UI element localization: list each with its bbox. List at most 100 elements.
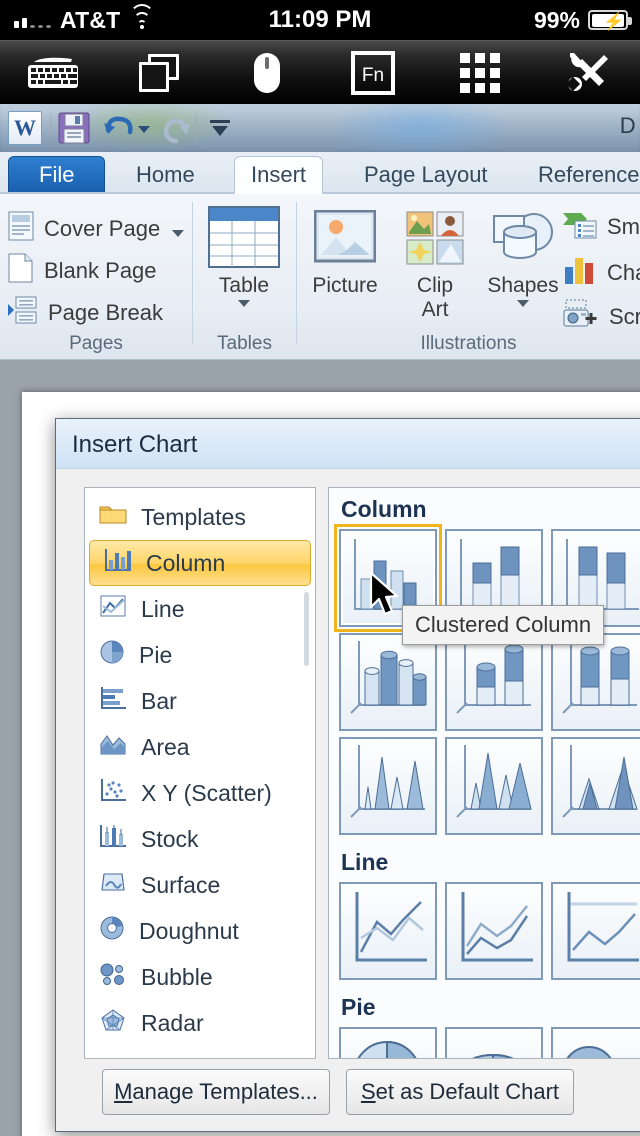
thumb-pie[interactable] (339, 1027, 437, 1058)
table-icon (198, 204, 290, 268)
thumb-row (329, 882, 640, 986)
clipart-label-2: Art (421, 298, 449, 321)
shapes-dropdown-icon[interactable] (517, 300, 529, 307)
thumb-pie-of-pie[interactable] (551, 1027, 640, 1058)
thumb-line[interactable] (339, 882, 437, 980)
ribbon-picture-button[interactable]: Picture (299, 204, 391, 298)
category-label: Radar (141, 1009, 204, 1036)
mouse-cursor (369, 571, 403, 624)
ribbon-screenshot[interactable]: Screen (555, 296, 640, 338)
page-break-icon (8, 295, 38, 331)
tab-home[interactable]: Home (120, 156, 211, 194)
undo-icon[interactable] (102, 114, 136, 149)
column-icon (104, 548, 132, 578)
category-xy-scatter[interactable]: X Y (Scatter) (85, 770, 315, 816)
thumb-stacked-cylinder[interactable] (445, 633, 543, 731)
category-bar[interactable]: Bar (85, 678, 315, 724)
save-icon[interactable] (58, 112, 90, 144)
customize-qat-icon[interactable] (208, 118, 230, 138)
ribbon-group-illustrations: Picture Clip Art Shapes Sm Ch Scr Illust… (297, 194, 640, 360)
thumb-clustered-cone[interactable] (339, 737, 437, 835)
dialog-button-row: MManage Templates...anage Templates... S… (84, 1069, 640, 1115)
ribbon-group-tables: Table Tables (193, 194, 296, 360)
category-label: Bar (141, 687, 177, 714)
thumb-stacked-cone[interactable] (445, 737, 543, 835)
mouse-icon[interactable] (213, 41, 320, 105)
word-logo-letter: W (14, 115, 36, 140)
dialog-title-bar: Insert Chart (56, 419, 640, 469)
category-label: X Y (Scatter) (141, 779, 272, 806)
scatter-icon (99, 778, 127, 808)
tab-file[interactable]: File (8, 156, 106, 194)
thumb-stacked-line[interactable] (445, 882, 543, 980)
thumb-100-stacked-line[interactable] (551, 882, 640, 980)
ribbon-tab-strip: File Home Insert Page Layout References (0, 152, 640, 194)
tab-page-layout[interactable]: Page Layout (348, 156, 504, 194)
word-logo-icon[interactable]: W (8, 111, 42, 145)
category-column[interactable]: Column (89, 540, 311, 586)
blank-page-icon (8, 253, 34, 289)
tab-references[interactable]: References (522, 156, 640, 194)
thumb-3d-clustered-cylinder[interactable] (339, 633, 437, 731)
category-label: Area (141, 733, 190, 760)
tools-icon[interactable] (533, 41, 640, 105)
ribbon-smartart[interactable]: Smart (555, 206, 640, 248)
set-default-chart-button[interactable]: Set as Default Chart (346, 1069, 574, 1115)
bubble-icon (99, 962, 127, 992)
category-bubble[interactable]: Bubble (85, 954, 315, 1000)
ribbon-group-label-pages: Pages (69, 333, 123, 354)
fn-icon[interactable]: Fn (320, 41, 427, 105)
cover-page-icon (8, 211, 34, 247)
picture-label: Picture (312, 274, 378, 297)
windows-icon[interactable] (107, 41, 214, 105)
category-radar[interactable]: Radar (85, 1000, 315, 1046)
thumb-3d-cone[interactable] (551, 737, 640, 835)
manage-templates-button[interactable]: MManage Templates...anage Templates... (102, 1069, 330, 1115)
ribbon-chart[interactable]: Chart (555, 252, 640, 294)
ribbon-blank-page[interactable]: Blank Page (0, 250, 192, 292)
screenshot-icon (563, 299, 599, 335)
tab-insert[interactable]: Insert (234, 156, 324, 194)
category-area[interactable]: Area (85, 724, 315, 770)
thumb-pie-3d[interactable] (445, 1027, 543, 1058)
clipart-icon (389, 204, 481, 268)
category-templates[interactable]: Templates (85, 494, 315, 540)
category-stock[interactable]: Stock (85, 816, 315, 862)
category-surface[interactable]: Surface (85, 862, 315, 908)
ribbon-table-button[interactable]: Table (198, 204, 290, 307)
section-heading-pie: Pie (341, 994, 376, 1020)
keyboard-icon[interactable] (0, 41, 107, 105)
ribbon-cover-page[interactable]: Cover Page (0, 208, 192, 250)
quick-access-toolbar: W (0, 104, 640, 152)
category-pie[interactable]: Pie (85, 632, 315, 678)
picture-icon (299, 204, 391, 268)
cover-page-label: Cover Page (44, 216, 161, 241)
thumb-100-stacked-cylinder[interactable] (551, 633, 640, 731)
battery-icon: ⚡ (588, 10, 632, 31)
category-label: Doughnut (139, 917, 239, 944)
clipart-label-1: Clip (416, 274, 454, 297)
screen: AT&T 11:09 PM 99% ⚡ Fn D W File Home Ins… (0, 0, 640, 1136)
thumb-row (329, 737, 640, 841)
dialog-title: Insert Chart (72, 431, 198, 458)
bar-icon (99, 686, 127, 716)
category-label: Stock (141, 825, 199, 852)
chart-category-list[interactable]: Templates Column Line Pie Bar Area X Y (… (84, 487, 316, 1059)
cover-page-dropdown-icon[interactable] (172, 229, 185, 237)
ribbon-page-break[interactable]: Page Break (0, 292, 192, 334)
shapes-label: Shapes (487, 274, 559, 297)
screenshot-label: Screen (609, 304, 640, 329)
table-dropdown-icon[interactable] (238, 300, 250, 307)
ribbon-clipart-button[interactable]: Clip Art (389, 204, 481, 322)
thumb-row (329, 1027, 640, 1058)
category-doughnut[interactable]: Doughnut (85, 908, 315, 954)
category-label: Bubble (141, 963, 213, 990)
stock-icon (99, 824, 127, 854)
category-line[interactable]: Line (85, 586, 315, 632)
category-scrollbar[interactable] (304, 592, 309, 666)
insert-chart-dialog: Insert Chart Templates Column Line Pie B… (55, 418, 640, 1132)
undo-dropdown-icon[interactable] (138, 126, 150, 133)
surface-icon (99, 870, 127, 900)
table-label: Table (218, 274, 270, 297)
grid-icon[interactable] (427, 41, 534, 105)
